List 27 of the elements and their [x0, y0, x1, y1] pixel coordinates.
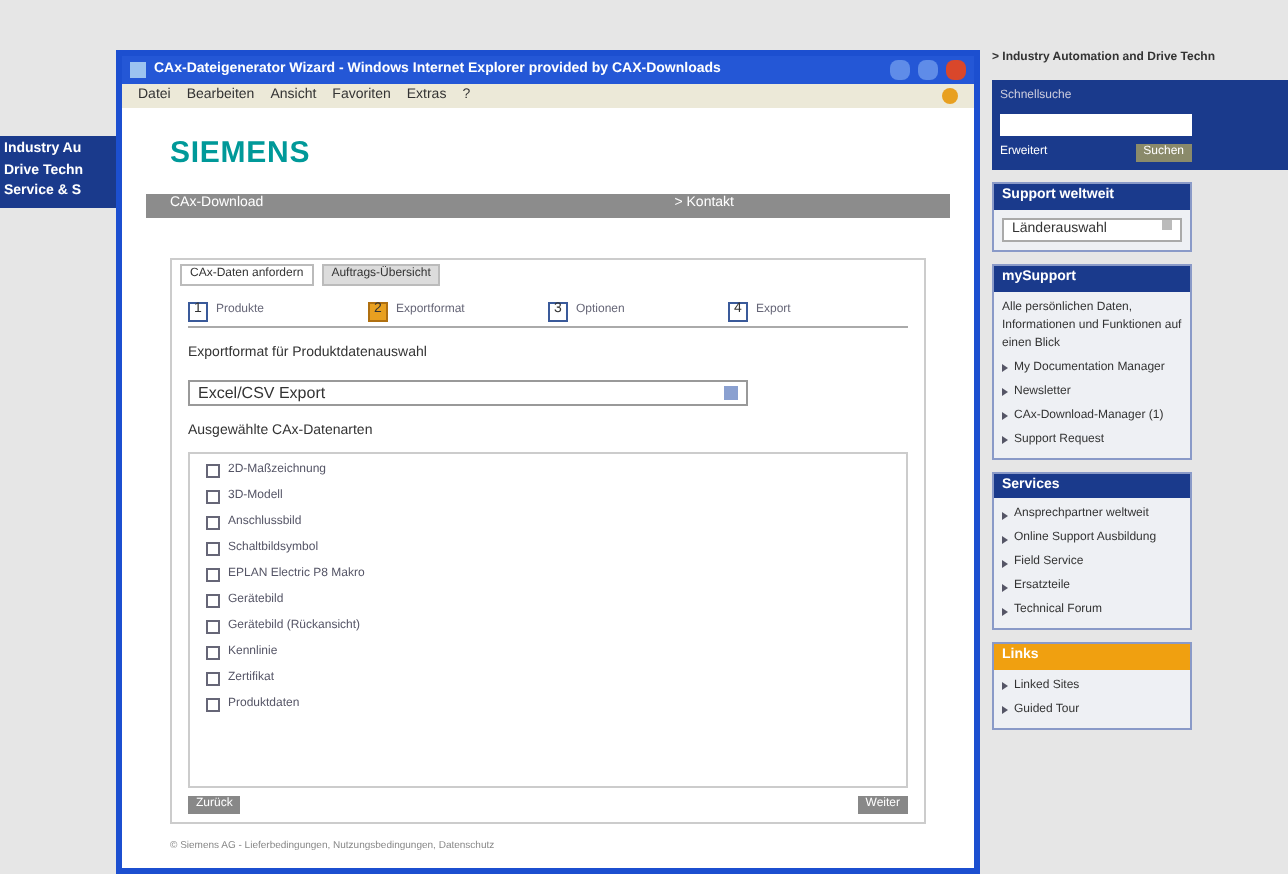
checkbox[interactable] [206, 567, 220, 581]
format-select[interactable]: Excel/CSV Export [188, 380, 748, 406]
checkbox[interactable] [206, 489, 220, 503]
arrow-icon [1002, 535, 1008, 543]
checkbox[interactable] [206, 593, 220, 607]
checkbox[interactable] [206, 697, 220, 711]
checkbox[interactable] [206, 645, 220, 659]
checkbox[interactable] [206, 619, 220, 633]
arrow-icon [1002, 388, 1008, 396]
arrow-icon [1002, 682, 1008, 690]
arrow-icon [1002, 364, 1008, 372]
arrow-icon [1002, 583, 1008, 591]
dropdown-icon [1162, 219, 1172, 229]
siemens-logo: SIEMENS [170, 136, 311, 170]
arrow-icon [1002, 706, 1008, 714]
arrow-icon [1002, 436, 1008, 444]
page-icon [130, 62, 146, 78]
checkbox[interactable] [206, 541, 220, 555]
arrow-icon [1002, 511, 1008, 519]
checkbox[interactable] [206, 515, 220, 529]
arrow-icon [1002, 559, 1008, 567]
arrow-icon [1002, 412, 1008, 420]
checkbox[interactable] [206, 463, 220, 477]
dropdown-icon [724, 386, 738, 400]
arrow-icon [1002, 607, 1008, 615]
checkbox[interactable] [206, 671, 220, 685]
search-field[interactable] [1000, 114, 1192, 136]
